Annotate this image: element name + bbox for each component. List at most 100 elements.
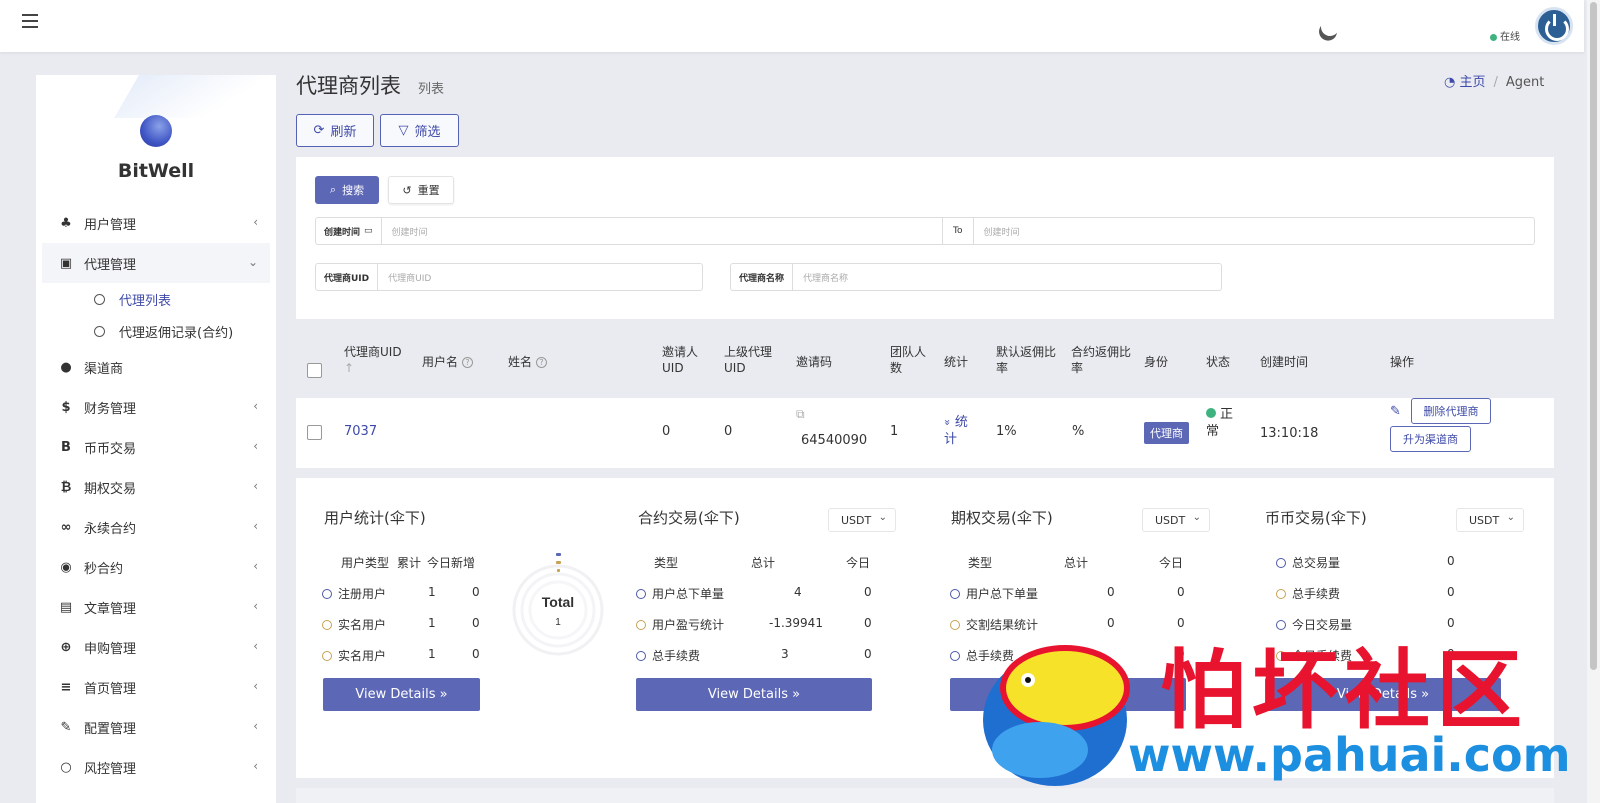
sidebar-item-1[interactable]: ▣ 代理管理 ⌄ [42,243,270,283]
th-uid[interactable]: 代理商UID ↑ [344,344,402,376]
cell-stats[interactable]: » 统计 [941,414,968,448]
sidebar-item-11[interactable]: ✎ 配置管理 ‹ [42,707,270,747]
user-stats-th-total: 累计 [397,556,422,570]
edit-icon[interactable]: ✎ [1390,403,1401,420]
chevron-left-icon: ‹ [253,719,258,733]
chevron-down-icon: ⌄ [1192,512,1201,523]
scrollbar[interactable] [1587,0,1600,803]
sort-arrow-icon[interactable]: ↑ [344,361,354,375]
sidebar-item-label: 用户管理 [84,217,137,233]
target-icon: ◉ [60,559,72,575]
wrench-icon: ✎ [60,719,72,735]
online-label: 在线 [1500,32,1520,43]
options-total: 0 [1107,585,1115,599]
page-title: 代理商列表 [296,74,401,98]
search-button[interactable]: ⌕ 搜索 [315,176,379,204]
created-time-label-text: 创建时间 [324,227,361,238]
reset-button[interactable]: ↺ 重置 [388,176,454,204]
spot-value: 0 [1447,585,1455,599]
contract-view-details-button[interactable]: View Details » [636,678,872,711]
scrollbar-thumb[interactable] [1590,2,1597,670]
chevron-down-icon: ⌄ [247,255,258,269]
newspaper-icon: ▤ [59,599,73,615]
th-role: 身份 [1144,355,1169,369]
avatar[interactable] [1535,7,1573,45]
agent-uid-input[interactable]: 代理商UID [378,271,702,284]
top-bar: 在线 [0,0,1584,52]
delete-agent-button[interactable]: 删除代理商 [1411,398,1491,424]
breadcrumb-home[interactable]: ◔ 主页 [1444,75,1486,90]
sidebar-item-label: 首页管理 [84,681,137,697]
row-checkbox[interactable] [307,425,322,440]
cell-uid[interactable]: 7037 [344,423,377,440]
created-start-input[interactable]: 创建时间 [382,225,943,238]
watermark: 怕坏社区 www.pahuai.com [960,620,1580,803]
agent-uid-field: 代理商UID 代理商UID [315,263,703,291]
th-parent-uid: 上级代理 UID [724,344,772,376]
contract-row: 总手续费 [636,647,700,664]
menu-toggle-icon[interactable] [22,14,38,28]
contract-th-total: 总计 [751,556,776,570]
created-end-input[interactable]: 创建时间 [974,225,1535,238]
th-team-a: 团队人 [890,345,927,359]
sidebar-item-10[interactable]: ≡ 首页管理 ‹ [42,667,270,707]
contract-row: 用户总下单量 [636,585,724,602]
contract-th-today: 今日 [846,556,871,570]
copy-icon[interactable]: ⧉ [796,406,805,423]
cell-inviter-uid: 0 [662,424,671,439]
sidebar-item-label: 申购管理 [84,641,137,657]
options-currency-select[interactable]: USDT ⌄ [1142,508,1210,532]
user-stats-total: 1 [428,647,436,661]
chevron-left-icon: ‹ [253,439,258,453]
contract-currency-select[interactable]: USDT ⌄ [828,508,896,532]
th-stats: 统计 [944,355,969,369]
cell-team: 1 [890,424,899,439]
select-all-checkbox[interactable] [307,363,322,378]
search-label: 搜索 [342,184,365,197]
donut-ring-outer [512,564,604,656]
dark-mode-icon[interactable] [1318,15,1343,40]
sidebar-item-2[interactable]: ● 渠道商 [42,347,270,387]
stats-b: 计 [944,432,958,447]
sidebar-item-8[interactable]: ▤ 文章管理 ‹ [42,587,270,627]
sidebar-item-9[interactable]: ⊕ 申购管理 ‹ [42,627,270,667]
channel-icon: ● [60,359,72,375]
th-rebate-b: 率 [996,361,1009,375]
help-icon[interactable]: ? [536,357,548,368]
sidebar-item-12[interactable]: ○ 风控管理 ‹ [42,747,270,787]
contract-label: 用户盈亏统计 [652,618,725,632]
sidebar-item-4[interactable]: B 币币交易 ‹ [42,427,270,467]
sidebar-subitem-1[interactable]: 代理返佣记录(合约) [42,315,270,347]
th-rebate: 默认返佣比率 [996,344,1056,376]
spot-currency-select[interactable]: USDT ⌄ [1456,508,1524,532]
help-icon[interactable]: ? [462,357,474,368]
agent-uid-label: 代理商UID [316,264,379,290]
sidebar-item-label: 风控管理 [84,761,137,777]
sidebar-subitem-0[interactable]: 代理列表 [42,283,270,315]
cell-status: 正常 [1206,406,1233,440]
refresh-label: 刷新 [330,125,357,140]
sidebar-item-7[interactable]: ◉ 秒合约 ‹ [42,547,270,587]
dashboard-icon: ◔ [1444,75,1460,90]
sidebar-item-0[interactable]: ♣ 用户管理 ‹ [42,203,270,243]
spot-label: 总手续费 [1292,587,1341,601]
sidebar-item-3[interactable]: $ 财务管理 ‹ [42,387,270,427]
th-team: 团队人数 [890,344,926,376]
chevron-left-icon: ‹ [253,399,258,413]
fish-pupil [1025,677,1031,683]
chevron-left-icon: ‹ [253,639,258,653]
ring-bullet-icon [636,620,646,630]
agent-card-icon: ▣ [59,255,73,271]
sidebar-item-6[interactable]: ∞ 永续合约 ‹ [42,507,270,547]
filter-button[interactable]: ▽ 筛选 [380,114,459,147]
user-view-details-button[interactable]: View Details » [323,678,480,711]
donut-arc-gold [556,561,561,564]
agent-name-input[interactable]: 代理商名称 [793,271,1221,284]
th-created: 创建时间 [1260,355,1309,369]
th-inviter-a: 邀请人 [662,345,699,359]
promote-channel-button[interactable]: 升为渠道商 [1390,426,1471,452]
user-stats-row: 实名用户 [322,647,386,664]
refresh-button[interactable]: ⟳ 刷新 [296,114,374,147]
user-stats-th-today: 今日新增 [427,556,476,570]
sidebar-item-5[interactable]: ₿ 期权交易 ‹ [42,467,270,507]
